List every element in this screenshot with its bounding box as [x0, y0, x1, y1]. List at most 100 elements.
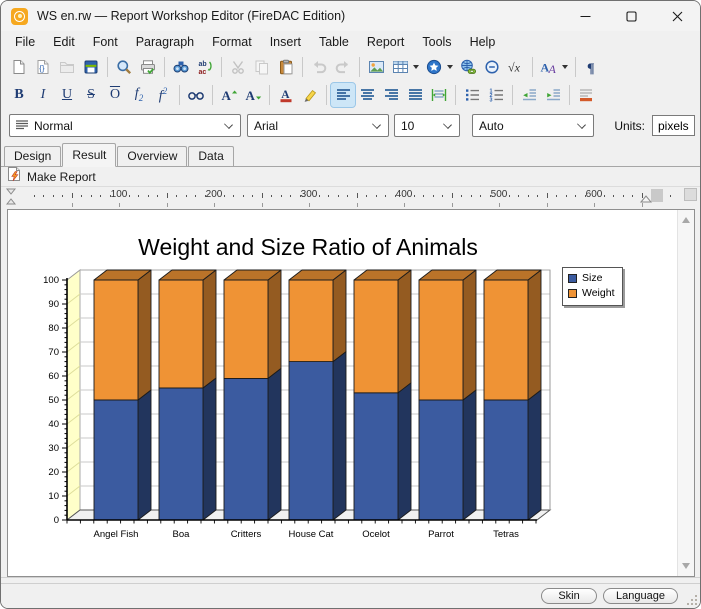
- grow-font-icon: A: [221, 87, 238, 103]
- new-document-button[interactable]: [7, 55, 31, 79]
- shrink-font-button[interactable]: A: [241, 83, 265, 107]
- increase-indent-button[interactable]: [541, 83, 565, 107]
- make-report-button[interactable]: Make Report: [5, 165, 102, 188]
- copy-button[interactable]: [250, 55, 274, 79]
- replace-button[interactable]: abac: [193, 55, 217, 79]
- cut-button[interactable]: [226, 55, 250, 79]
- new-from-template-button[interactable]: {}: [31, 55, 55, 79]
- menu-font[interactable]: Font: [84, 33, 127, 51]
- ruler-tick: [461, 195, 462, 197]
- find-button[interactable]: [169, 55, 193, 79]
- insert-table-button[interactable]: [388, 55, 412, 79]
- insert-hyperlink-button[interactable]: [456, 55, 480, 79]
- horizontal-rule-button[interactable]: [574, 83, 598, 107]
- open-button[interactable]: [55, 55, 79, 79]
- maximize-icon: [626, 11, 637, 22]
- svg-text:100: 100: [43, 275, 59, 286]
- decrease-indent-button[interactable]: [517, 83, 541, 107]
- insert-image-button[interactable]: [364, 55, 388, 79]
- subscript-button[interactable]: f2: [127, 83, 151, 107]
- bullets-icon: [464, 87, 481, 103]
- italic-button[interactable]: I: [31, 83, 55, 107]
- units-value: pixels: [658, 119, 689, 133]
- print-button[interactable]: [136, 55, 160, 79]
- font-color-icon: A: [278, 87, 294, 103]
- dropdown-arrow-icon[interactable]: [413, 65, 419, 69]
- tab-result[interactable]: Result: [62, 143, 116, 167]
- menu-tools[interactable]: Tools: [413, 33, 460, 51]
- save-button[interactable]: [79, 55, 103, 79]
- minimize-button[interactable]: [562, 1, 608, 31]
- print-preview-button[interactable]: [112, 55, 136, 79]
- align-center-button[interactable]: [355, 83, 379, 107]
- font-color-button[interactable]: A: [274, 83, 298, 107]
- svg-text:60: 60: [48, 371, 59, 382]
- paragraph-style-value: Normal: [34, 119, 73, 133]
- grow-font-button[interactable]: A: [217, 83, 241, 107]
- maximize-button[interactable]: [608, 1, 654, 31]
- scroll-up-icon[interactable]: [682, 217, 690, 223]
- line-spacing-button[interactable]: [427, 83, 451, 107]
- ruler-tick: [518, 195, 519, 197]
- insert-formula-button[interactable]: √x: [504, 55, 528, 79]
- superscript-button[interactable]: f2: [151, 83, 175, 107]
- align-left-icon: [335, 87, 352, 103]
- strikethrough-button[interactable]: S: [79, 83, 103, 107]
- dropdown-arrow-icon[interactable]: [562, 65, 568, 69]
- zoom-combo[interactable]: Auto: [472, 114, 594, 137]
- insert-symbol-button[interactable]: [422, 55, 446, 79]
- units-field[interactable]: pixels: [652, 115, 695, 136]
- skin-button[interactable]: Skin: [541, 588, 597, 604]
- ruler-tick: [319, 195, 320, 197]
- align-left-button[interactable]: [331, 83, 355, 107]
- highlight-button[interactable]: [298, 83, 322, 107]
- indent-marker-right[interactable]: [639, 187, 671, 209]
- tab-data[interactable]: Data: [188, 146, 233, 166]
- insert-break-button[interactable]: [480, 55, 504, 79]
- justify-button[interactable]: [403, 83, 427, 107]
- font-effects-button[interactable]: AA: [537, 55, 561, 79]
- ruler-tick: [281, 195, 282, 197]
- tab-design[interactable]: Design: [4, 146, 61, 166]
- underline-button[interactable]: U: [55, 83, 79, 107]
- resize-grip[interactable]: [686, 594, 697, 605]
- align-right-button[interactable]: [379, 83, 403, 107]
- scroll-down-icon[interactable]: [682, 563, 690, 569]
- menu-edit[interactable]: Edit: [44, 33, 84, 51]
- font-name-combo[interactable]: Arial: [247, 114, 389, 137]
- reading-view-button[interactable]: [184, 83, 208, 107]
- close-button[interactable]: [654, 1, 700, 31]
- menu-paragraph[interactable]: Paragraph: [127, 33, 203, 51]
- menu-help[interactable]: Help: [461, 33, 505, 51]
- indent-marker-left[interactable]: [3, 187, 33, 209]
- replace-icon: abac: [197, 59, 213, 75]
- italic-icon: I: [41, 88, 46, 102]
- ruler-mark: 600: [586, 189, 603, 200]
- numbered-list-button[interactable]: 123: [484, 83, 508, 107]
- menu-table[interactable]: Table: [310, 33, 358, 51]
- ruler-tick: [528, 195, 529, 197]
- menu-insert[interactable]: Insert: [261, 33, 310, 51]
- redo-button[interactable]: [331, 55, 355, 79]
- outdent-icon: [521, 87, 538, 103]
- undo-button[interactable]: [307, 55, 331, 79]
- dropdown-arrow-icon[interactable]: [447, 65, 453, 69]
- toolbar-separator: [326, 85, 327, 105]
- font-size-combo[interactable]: 10: [394, 114, 460, 137]
- bold-button[interactable]: B: [7, 83, 31, 107]
- paste-button[interactable]: [274, 55, 298, 79]
- language-button[interactable]: Language: [603, 588, 678, 604]
- toolbar-separator: [164, 57, 165, 77]
- svg-text:20: 20: [48, 467, 59, 478]
- paragraph-style-combo[interactable]: Normal: [9, 114, 241, 137]
- menu-file[interactable]: File: [6, 33, 44, 51]
- tab-overview[interactable]: Overview: [117, 146, 187, 166]
- menu-report[interactable]: Report: [358, 33, 414, 51]
- ruler-tick: [34, 195, 35, 197]
- bullet-list-button[interactable]: [460, 83, 484, 107]
- title-bar: WS en.rw — Report Workshop Editor (FireD…: [1, 1, 700, 31]
- menu-format[interactable]: Format: [203, 33, 261, 51]
- overline-button[interactable]: O: [103, 83, 127, 107]
- vertical-scrollbar[interactable]: [677, 210, 694, 576]
- show-paragraph-marks-button[interactable]: ¶: [580, 55, 604, 79]
